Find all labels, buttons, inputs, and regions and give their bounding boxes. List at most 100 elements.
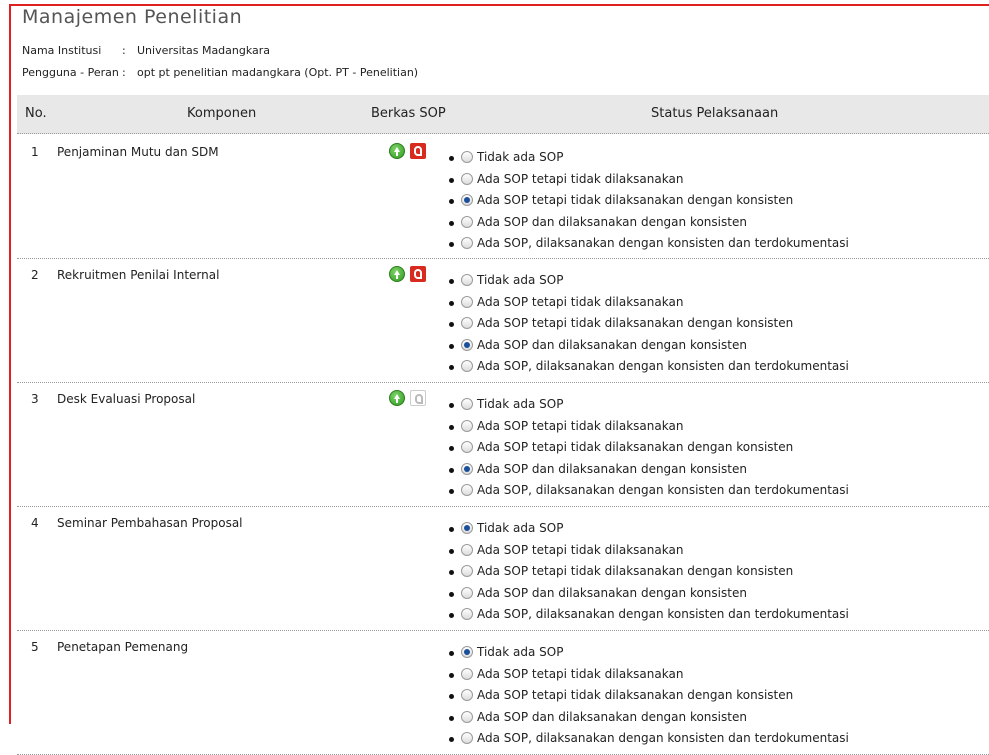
status-option[interactable]: Ada SOP, dilaksanakan dengan konsisten d…	[449, 233, 849, 255]
status-option[interactable]: Tidak ada SOP	[449, 147, 849, 169]
berkas-sop-icons	[389, 390, 431, 408]
status-radio[interactable]	[461, 317, 473, 329]
status-option[interactable]: Ada SOP tetapi tidak dilaksanakan dengan…	[449, 437, 849, 459]
status-option[interactable]: Ada SOP tetapi tidak dilaksanakan dengan…	[449, 190, 849, 212]
status-option-label: Ada SOP tetapi tidak dilaksanakan	[477, 542, 684, 557]
status-option[interactable]: Ada SOP dan dilaksanakan dengan konsiste…	[449, 335, 849, 357]
row-komponen: Seminar Pembahasan Proposal	[57, 516, 243, 530]
table-header: No. Komponen Berkas SOP Status Pelaksana…	[17, 95, 989, 134]
status-option-label: Ada SOP, dilaksanakan dengan konsisten d…	[477, 483, 849, 497]
row-komponen: Desk Evaluasi Proposal	[57, 392, 196, 406]
status-radio[interactable]	[461, 274, 473, 286]
status-radio[interactable]	[461, 462, 473, 475]
table-row: 5 Penetapan Pemenang Tidak ada SOP Ada SOP …	[17, 630, 989, 755]
status-option-label: Ada SOP, dilaksanakan dengan konsisten d…	[477, 731, 849, 745]
status-option-label: Ada SOP tetapi tidak dilaksanakan dengan…	[477, 688, 794, 702]
status-radio[interactable]	[461, 689, 473, 701]
header-status-pelaksanaan: Status Pelaksanaan	[651, 106, 779, 121]
table-row: 3 Desk Evaluasi Proposal Tidak ada SOP Ada …	[17, 382, 989, 507]
status-option[interactable]: Ada SOP, dilaksanakan dengan konsisten d…	[449, 480, 849, 502]
status-option[interactable]: Tidak ada SOP	[449, 270, 849, 292]
status-radio[interactable]	[461, 565, 473, 577]
status-option[interactable]: Ada SOP tetapi tidak dilaksanakan	[449, 416, 849, 438]
status-radio[interactable]	[461, 419, 473, 432]
row-number: 3	[31, 392, 39, 406]
status-option[interactable]: Ada SOP dan dilaksanakan dengan konsiste…	[449, 459, 849, 481]
status-option[interactable]: Ada SOP dan dilaksanakan dengan konsiste…	[449, 707, 849, 729]
status-option[interactable]: Ada SOP tetapi tidak dilaksanakan	[449, 540, 849, 562]
status-radio[interactable]	[461, 151, 473, 163]
status-options: Tidak ada SOP Ada SOP tetapi tidak dilaks…	[449, 642, 849, 750]
upload-icon[interactable]	[389, 266, 405, 282]
row-number: 5	[31, 640, 39, 654]
status-option-label: Ada SOP dan dilaksanakan dengan konsiste…	[477, 337, 747, 352]
header-no: No.	[25, 106, 47, 121]
berkas-sop-icons	[389, 143, 431, 161]
status-radio[interactable]	[461, 237, 473, 249]
row-number: 2	[31, 268, 39, 282]
status-option[interactable]: Ada SOP dan dilaksanakan dengan konsiste…	[449, 583, 849, 605]
status-radio[interactable]	[461, 338, 473, 351]
status-option[interactable]: Ada SOP tetapi tidak dilaksanakan	[449, 664, 849, 686]
role-value: opt pt penelitian madangkara (Opt. PT - …	[137, 66, 419, 79]
status-radio[interactable]	[461, 172, 473, 185]
status-option-label: Tidak ada SOP	[477, 521, 564, 535]
status-option-label: Ada SOP dan dilaksanakan dengan konsiste…	[477, 709, 747, 724]
status-option[interactable]: Tidak ada SOP	[449, 394, 849, 416]
status-radio[interactable]	[461, 667, 473, 680]
status-option[interactable]: Ada SOP tetapi tidak dilaksanakan dengan…	[449, 685, 849, 707]
row-komponen: Rekruitmen Penilai Internal	[57, 268, 220, 282]
status-radio[interactable]	[461, 710, 473, 723]
status-option-label: Ada SOP tetapi tidak dilaksanakan	[477, 294, 684, 309]
table-row: 2 Rekruitmen Penilai Internal Tidak ada SO…	[17, 258, 989, 383]
status-radio[interactable]	[461, 522, 473, 534]
status-option-label: Ada SOP tetapi tidak dilaksanakan dengan…	[477, 316, 794, 330]
status-radio[interactable]	[461, 484, 473, 496]
row-komponen: Penjaminan Mutu dan SDM	[57, 145, 219, 159]
status-option-label: Ada SOP tetapi tidak dilaksanakan dengan…	[477, 440, 794, 454]
status-radio[interactable]	[461, 194, 473, 206]
header-berkas-sop: Berkas SOP	[371, 106, 446, 121]
row-number: 1	[31, 145, 39, 159]
status-option[interactable]: Tidak ada SOP	[449, 642, 849, 664]
status-option-label: Ada SOP tetapi tidak dilaksanakan	[477, 171, 684, 186]
pdf-icon[interactable]	[410, 143, 426, 159]
status-radio[interactable]	[461, 543, 473, 556]
berkas-sop-icons	[389, 266, 431, 284]
institution-label: Nama Institusi	[22, 44, 102, 57]
status-option[interactable]: Ada SOP tetapi tidak dilaksanakan dengan…	[449, 561, 849, 583]
institution-value: Universitas Madangkara	[137, 44, 271, 57]
status-option-label: Ada SOP dan dilaksanakan dengan konsiste…	[477, 214, 747, 229]
status-radio[interactable]	[461, 608, 473, 620]
status-radio[interactable]	[461, 295, 473, 308]
upload-icon[interactable]	[389, 390, 405, 406]
status-option-label: Tidak ada SOP	[477, 150, 564, 164]
status-option[interactable]: Ada SOP tetapi tidak dilaksanakan	[449, 169, 849, 191]
status-radio[interactable]	[461, 441, 473, 453]
status-radio[interactable]	[461, 215, 473, 228]
status-options: Tidak ada SOP Ada SOP tetapi tidak dilaks…	[449, 270, 849, 378]
status-option[interactable]: Ada SOP tetapi tidak dilaksanakan	[449, 292, 849, 314]
status-radio[interactable]	[461, 646, 473, 658]
status-option[interactable]: Ada SOP, dilaksanakan dengan konsisten d…	[449, 604, 849, 626]
status-option[interactable]: Ada SOP tetapi tidak dilaksanakan dengan…	[449, 313, 849, 335]
status-option[interactable]: Ada SOP, dilaksanakan dengan konsisten d…	[449, 728, 849, 750]
upload-icon[interactable]	[389, 143, 405, 159]
status-option[interactable]: Tidak ada SOP	[449, 518, 849, 540]
status-option-label: Ada SOP, dilaksanakan dengan konsisten d…	[477, 607, 849, 621]
row-komponen: Penetapan Pemenang	[57, 640, 189, 654]
header-komponen: Komponen	[187, 106, 257, 121]
pdf-disabled-icon	[410, 390, 426, 406]
institution-info: Nama Institusi: Universitas Madangkara	[22, 44, 270, 57]
status-radio[interactable]	[461, 732, 473, 744]
status-radio[interactable]	[461, 398, 473, 410]
role-label: Pengguna - Peran	[22, 66, 119, 79]
pdf-icon[interactable]	[410, 266, 426, 282]
status-option-label: Tidak ada SOP	[477, 273, 564, 287]
status-option[interactable]: Ada SOP dan dilaksanakan dengan konsiste…	[449, 212, 849, 234]
page-title: Manajemen Penelitian	[22, 6, 243, 28]
status-radio[interactable]	[461, 360, 473, 372]
colon: :	[122, 66, 126, 79]
status-radio[interactable]	[461, 586, 473, 599]
status-option[interactable]: Ada SOP, dilaksanakan dengan konsisten d…	[449, 356, 849, 378]
